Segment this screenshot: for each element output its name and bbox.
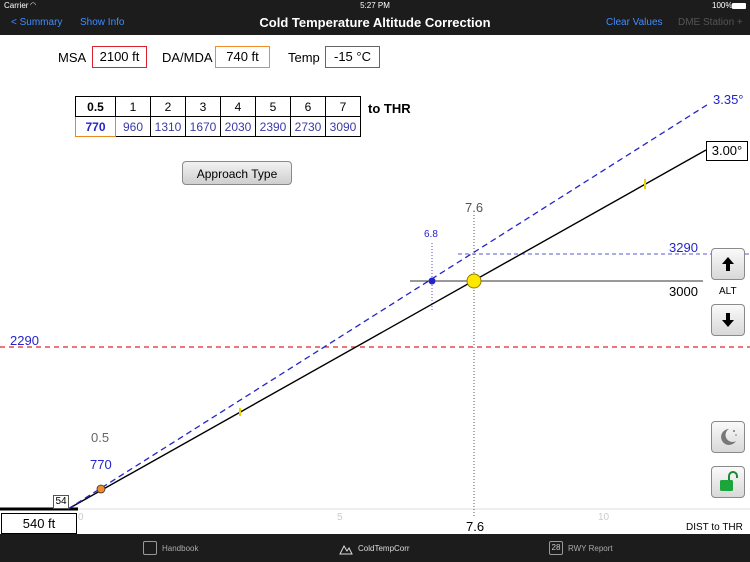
table-distance-cell[interactable]: 2 [150, 96, 186, 117]
table-distance-cell[interactable]: 3 [185, 96, 221, 117]
table-distance-cell[interactable]: 1 [115, 96, 151, 117]
temp-label: Temp [288, 50, 320, 65]
tab-bar: Handbook ColdTempCorr 28 RWY Report [0, 534, 750, 562]
table-distance-cell[interactable]: 5 [255, 96, 291, 117]
table-distance-cell[interactable]: 0.5 [75, 96, 116, 117]
corrected-point-distance-label: 6.8 [424, 229, 438, 240]
night-mode-button[interactable] [711, 421, 745, 453]
x-axis-label: DIST to THR [686, 522, 743, 533]
table-altitude-cell[interactable]: 2030 [220, 116, 256, 137]
altitude-label: 3000 [669, 284, 698, 299]
mountain-icon [339, 544, 353, 555]
da-mda-field[interactable]: 740 ft [215, 46, 270, 68]
table-distance-cell[interactable]: 6 [290, 96, 326, 117]
table-distance-cell[interactable]: 4 [220, 96, 256, 117]
altitude-down-button[interactable] [711, 304, 745, 336]
msa-label: MSA [58, 50, 87, 65]
tab-label: RWY Report [568, 543, 613, 553]
altitude-up-button[interactable] [711, 248, 745, 280]
table-altitude-cell[interactable]: 1670 [185, 116, 221, 137]
threshold-point-marker [96, 484, 106, 494]
x-tick-label: 10 [598, 512, 610, 523]
corrected-point-marker [428, 277, 436, 285]
tab-coldtempcorr[interactable]: ColdTempCorr [339, 534, 410, 562]
alt-label: ALT [719, 286, 737, 297]
temp-field[interactable]: -15 °C [325, 46, 380, 68]
nominal-glidepath-line [67, 149, 707, 510]
tab-rwy-report[interactable]: 28 RWY Report [549, 534, 613, 562]
tab-label: ColdTempCorr [358, 543, 410, 553]
x-tick-label: 5 [337, 512, 343, 523]
table-altitude-cell[interactable]: 2730 [290, 116, 326, 137]
table-altitude-cell[interactable]: 2390 [255, 116, 291, 137]
threshold-elevation-field[interactable]: 540 ft [1, 513, 77, 534]
small-elevation-box: 54 [53, 495, 69, 509]
approach-type-button[interactable]: Approach Type [182, 161, 292, 185]
selected-point-marker [466, 273, 482, 289]
table-altitude-cell[interactable]: 1310 [150, 116, 186, 137]
table-altitude-cell[interactable]: 770 [75, 116, 116, 137]
runway-report-icon: 28 [549, 541, 563, 555]
x-tick-label: 0 [78, 512, 84, 523]
corrected-glidepath-line [67, 102, 711, 510]
corrected-altitude-label: 3290 [669, 240, 698, 255]
down-arrow-icon [722, 313, 734, 327]
distance-altitude-table: 0.5 1 2 3 4 5 6 7 770 960 1310 1670 2030… [75, 96, 361, 137]
lock-button[interactable] [711, 466, 745, 498]
nominal-angle-label: 3.00° [706, 141, 748, 161]
table-altitude-cell[interactable]: 960 [115, 116, 151, 137]
corrected-angle-label: 3.35° [713, 92, 744, 107]
da-mda-label: DA/MDA [162, 50, 213, 65]
up-arrow-icon [722, 257, 734, 271]
tab-label: Handbook [162, 543, 199, 553]
book-icon [143, 541, 157, 555]
threshold-altitude-label: 770 [90, 457, 112, 472]
selected-distance-top-label: 7.6 [465, 200, 484, 215]
msa-corrected-label: 2290 [10, 333, 39, 348]
moon-icon [721, 429, 737, 445]
tab-handbook[interactable]: Handbook [143, 534, 198, 562]
approach-profile-chart [0, 102, 750, 518]
msa-field[interactable]: 2100 ft [92, 46, 147, 68]
table-altitude-cell[interactable]: 3090 [325, 116, 361, 137]
threshold-distance-label: 0.5 [91, 430, 110, 445]
table-distance-cell[interactable]: 7 [325, 96, 361, 117]
unlock-icon [720, 471, 738, 491]
selected-distance-bottom-label: 7.6 [466, 519, 485, 534]
to-thr-label: to THR [368, 101, 411, 116]
